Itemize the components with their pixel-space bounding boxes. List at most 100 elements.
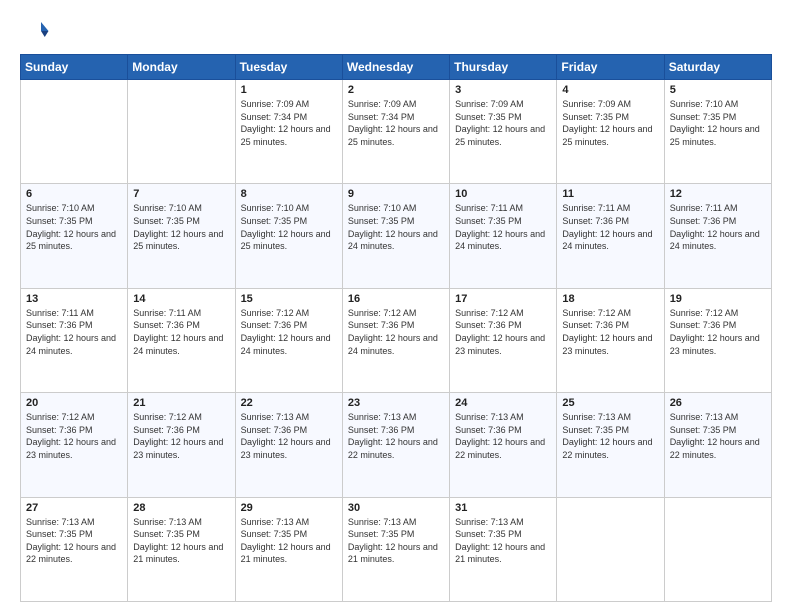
cell-info: Sunrise: 7:12 AM Sunset: 7:36 PM Dayligh… [348, 307, 444, 357]
logo [20, 16, 54, 46]
weekday-header-sunday: Sunday [21, 55, 128, 80]
cell-info: Sunrise: 7:10 AM Sunset: 7:35 PM Dayligh… [26, 202, 122, 252]
calendar-cell: 23 Sunrise: 7:13 AM Sunset: 7:36 PM Dayli… [342, 393, 449, 497]
calendar-week-1: 1 Sunrise: 7:09 AM Sunset: 7:34 PM Daylig… [21, 80, 772, 184]
calendar-cell: 25Sunrise: 7:13 AM Sunset: 7:35 PM Dayli… [557, 393, 664, 497]
calendar-cell: 16 Sunrise: 7:12 AM Sunset: 7:36 PM Dayli… [342, 288, 449, 392]
calendar-cell: 20Sunrise: 7:12 AM Sunset: 7:36 PM Dayli… [21, 393, 128, 497]
cell-date: 29 [241, 502, 337, 514]
weekday-header-wednesday: Wednesday [342, 55, 449, 80]
cell-info: Sunrise: 7:10 AM Sunset: 7:35 PM Dayligh… [133, 202, 229, 252]
calendar-cell: 31 Sunrise: 7:13 AM Sunset: 7:35 PM Dayli… [450, 497, 557, 601]
cell-info: Sunrise: 7:13 AM Sunset: 7:35 PM Dayligh… [26, 516, 122, 566]
cell-info: Sunrise: 7:12 AM Sunset: 7:36 PM Dayligh… [455, 307, 551, 357]
calendar-week-5: 27Sunrise: 7:13 AM Sunset: 7:35 PM Dayli… [21, 497, 772, 601]
calendar-cell: 10 Sunrise: 7:11 AM Sunset: 7:35 PM Dayli… [450, 184, 557, 288]
cell-info: Sunrise: 7:09 AM Sunset: 7:35 PM Dayligh… [455, 98, 551, 148]
cell-date: 23 [348, 397, 444, 409]
calendar-cell [557, 497, 664, 601]
cell-info: Sunrise: 7:13 AM Sunset: 7:36 PM Dayligh… [348, 411, 444, 461]
cell-info: Sunrise: 7:12 AM Sunset: 7:36 PM Dayligh… [241, 307, 337, 357]
cell-info: Sunrise: 7:13 AM Sunset: 7:35 PM Dayligh… [455, 516, 551, 566]
cell-info: Sunrise: 7:11 AM Sunset: 7:36 PM Dayligh… [26, 307, 122, 357]
cell-date: 2 [348, 84, 444, 96]
cell-date: 6 [26, 188, 122, 200]
calendar-cell [21, 80, 128, 184]
calendar-cell: 27Sunrise: 7:13 AM Sunset: 7:35 PM Dayli… [21, 497, 128, 601]
calendar-cell: 1Sunrise: 7:09 AM Sunset: 7:34 PM Daylig… [235, 80, 342, 184]
cell-info: Sunrise: 7:13 AM Sunset: 7:35 PM Dayligh… [241, 516, 337, 566]
calendar-cell: 7Sunrise: 7:10 AM Sunset: 7:35 PM Daylig… [128, 184, 235, 288]
cell-info: Sunrise: 7:11 AM Sunset: 7:35 PM Dayligh… [455, 202, 551, 252]
calendar-cell: 15 Sunrise: 7:12 AM Sunset: 7:36 PM Dayli… [235, 288, 342, 392]
cell-info: Sunrise: 7:10 AM Sunset: 7:35 PM Dayligh… [241, 202, 337, 252]
cell-date: 19 [670, 293, 766, 305]
weekday-header-monday: Monday [128, 55, 235, 80]
calendar-table: SundayMondayTuesdayWednesdayThursdayFrid… [20, 54, 772, 602]
calendar-cell: 4 Sunrise: 7:09 AM Sunset: 7:35 PM Daylig… [557, 80, 664, 184]
weekday-header-saturday: Saturday [664, 55, 771, 80]
cell-info: Sunrise: 7:12 AM Sunset: 7:36 PM Dayligh… [670, 307, 766, 357]
cell-info: Sunrise: 7:13 AM Sunset: 7:36 PM Dayligh… [241, 411, 337, 461]
cell-date: 13 [26, 293, 122, 305]
cell-date: 3 [455, 84, 551, 96]
calendar-cell: 24 Sunrise: 7:13 AM Sunset: 7:36 PM Dayli… [450, 393, 557, 497]
calendar-cell: 13 Sunrise: 7:11 AM Sunset: 7:36 PM Dayli… [21, 288, 128, 392]
calendar-cell: 12Sunrise: 7:11 AM Sunset: 7:36 PM Dayli… [664, 184, 771, 288]
calendar-cell: 26 Sunrise: 7:13 AM Sunset: 7:35 PM Dayli… [664, 393, 771, 497]
calendar-cell: 21Sunrise: 7:12 AM Sunset: 7:36 PM Dayli… [128, 393, 235, 497]
calendar-cell: 2 Sunrise: 7:09 AM Sunset: 7:34 PM Daylig… [342, 80, 449, 184]
cell-info: Sunrise: 7:10 AM Sunset: 7:35 PM Dayligh… [348, 202, 444, 252]
calendar-cell: 28 Sunrise: 7:13 AM Sunset: 7:35 PM Dayli… [128, 497, 235, 601]
cell-date: 10 [455, 188, 551, 200]
weekday-header-tuesday: Tuesday [235, 55, 342, 80]
cell-info: Sunrise: 7:13 AM Sunset: 7:35 PM Dayligh… [562, 411, 658, 461]
cell-date: 16 [348, 293, 444, 305]
cell-info: Sunrise: 7:13 AM Sunset: 7:35 PM Dayligh… [670, 411, 766, 461]
cell-date: 31 [455, 502, 551, 514]
cell-date: 21 [133, 397, 229, 409]
calendar-cell: 11Sunrise: 7:11 AM Sunset: 7:36 PM Dayli… [557, 184, 664, 288]
cell-info: Sunrise: 7:11 AM Sunset: 7:36 PM Dayligh… [133, 307, 229, 357]
calendar-cell [128, 80, 235, 184]
cell-date: 18 [562, 293, 658, 305]
weekday-header-friday: Friday [557, 55, 664, 80]
cell-date: 1 [241, 84, 337, 96]
cell-date: 24 [455, 397, 551, 409]
cell-info: Sunrise: 7:12 AM Sunset: 7:36 PM Dayligh… [26, 411, 122, 461]
calendar-cell: 9 Sunrise: 7:10 AM Sunset: 7:35 PM Daylig… [342, 184, 449, 288]
calendar-cell: 5 Sunrise: 7:10 AM Sunset: 7:35 PM Daylig… [664, 80, 771, 184]
weekday-header-thursday: Thursday [450, 55, 557, 80]
calendar-cell: 22 Sunrise: 7:13 AM Sunset: 7:36 PM Dayli… [235, 393, 342, 497]
cell-date: 26 [670, 397, 766, 409]
calendar-cell: 18 Sunrise: 7:12 AM Sunset: 7:36 PM Dayli… [557, 288, 664, 392]
cell-info: Sunrise: 7:13 AM Sunset: 7:36 PM Dayligh… [455, 411, 551, 461]
cell-date: 30 [348, 502, 444, 514]
calendar-week-4: 20Sunrise: 7:12 AM Sunset: 7:36 PM Dayli… [21, 393, 772, 497]
cell-date: 22 [241, 397, 337, 409]
calendar-cell: 8Sunrise: 7:10 AM Sunset: 7:35 PM Daylig… [235, 184, 342, 288]
cell-date: 5 [670, 84, 766, 96]
cell-date: 9 [348, 188, 444, 200]
calendar-week-3: 13 Sunrise: 7:11 AM Sunset: 7:36 PM Dayli… [21, 288, 772, 392]
calendar-cell: 3 Sunrise: 7:09 AM Sunset: 7:35 PM Daylig… [450, 80, 557, 184]
cell-info: Sunrise: 7:13 AM Sunset: 7:35 PM Dayligh… [348, 516, 444, 566]
calendar-week-2: 6 Sunrise: 7:10 AM Sunset: 7:35 PM Daylig… [21, 184, 772, 288]
header [20, 16, 772, 46]
cell-date: 4 [562, 84, 658, 96]
cell-date: 15 [241, 293, 337, 305]
cell-info: Sunrise: 7:12 AM Sunset: 7:36 PM Dayligh… [562, 307, 658, 357]
cell-date: 11 [562, 188, 658, 200]
cell-date: 12 [670, 188, 766, 200]
cell-info: Sunrise: 7:09 AM Sunset: 7:35 PM Dayligh… [562, 98, 658, 148]
calendar-cell: 19 Sunrise: 7:12 AM Sunset: 7:36 PM Dayli… [664, 288, 771, 392]
cell-info: Sunrise: 7:13 AM Sunset: 7:35 PM Dayligh… [133, 516, 229, 566]
cell-info: Sunrise: 7:10 AM Sunset: 7:35 PM Dayligh… [670, 98, 766, 148]
cell-info: Sunrise: 7:09 AM Sunset: 7:34 PM Dayligh… [348, 98, 444, 148]
calendar-cell: 29 Sunrise: 7:13 AM Sunset: 7:35 PM Dayli… [235, 497, 342, 601]
calendar-header-row: SundayMondayTuesdayWednesdayThursdayFrid… [21, 55, 772, 80]
calendar-cell: 17 Sunrise: 7:12 AM Sunset: 7:36 PM Dayli… [450, 288, 557, 392]
cell-date: 28 [133, 502, 229, 514]
calendar-cell: 30 Sunrise: 7:13 AM Sunset: 7:35 PM Dayli… [342, 497, 449, 601]
cell-date: 17 [455, 293, 551, 305]
